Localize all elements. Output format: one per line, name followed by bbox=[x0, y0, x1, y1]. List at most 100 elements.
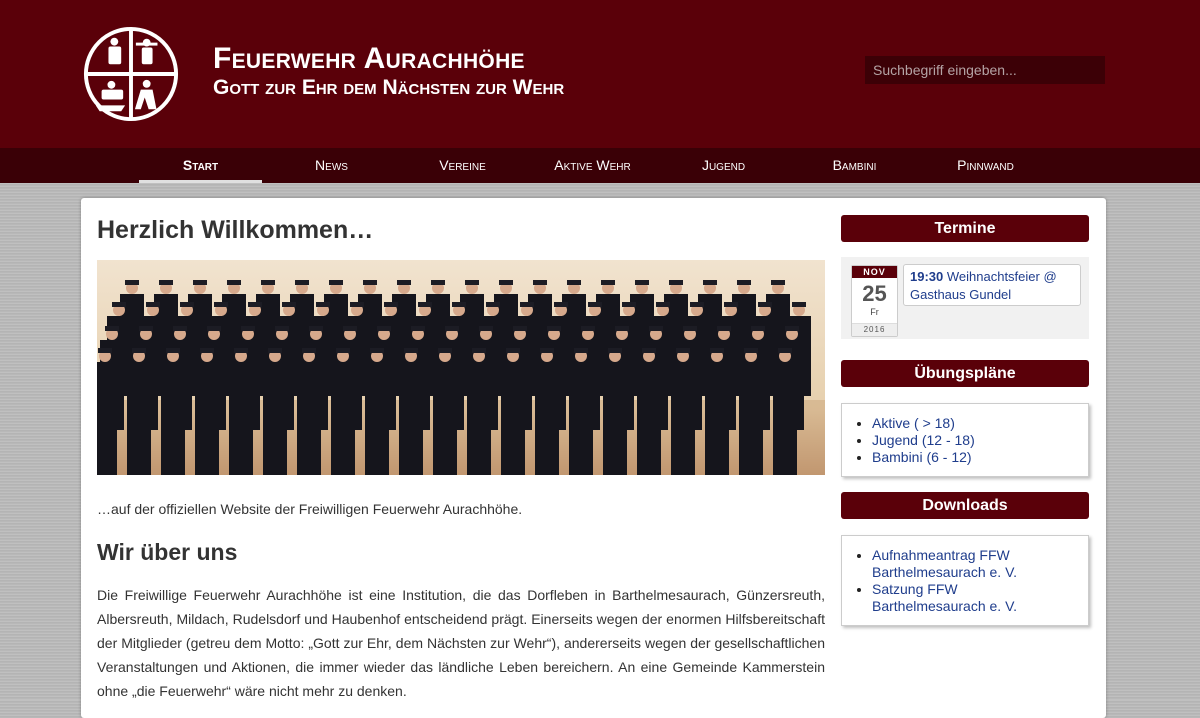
photo-cap bbox=[261, 280, 275, 285]
photo-cap bbox=[214, 302, 228, 307]
photo-figure bbox=[739, 362, 763, 475]
termine-heading: Termine bbox=[841, 215, 1089, 242]
photo-cap bbox=[309, 326, 323, 331]
uebungsplaene-widget: Aktive ( > 18) Jugend (12 - 18) Bambini … bbox=[841, 403, 1089, 477]
photo-cap bbox=[445, 326, 459, 331]
photo-cap bbox=[744, 348, 758, 353]
photo-cap bbox=[166, 348, 180, 353]
photo-cap bbox=[649, 326, 663, 331]
photo-cap bbox=[370, 348, 384, 353]
photo-cap bbox=[207, 326, 221, 331]
photo-cap bbox=[227, 280, 241, 285]
photo-cap bbox=[336, 348, 350, 353]
search-input[interactable] bbox=[865, 56, 1105, 84]
main-navigation: Start News Vereine Aktive Wehr Jugend Ba… bbox=[0, 148, 1200, 183]
photo-cap bbox=[567, 280, 581, 285]
nav-item-start[interactable]: Start bbox=[139, 148, 262, 183]
photo-cap bbox=[363, 280, 377, 285]
photo-cap bbox=[193, 280, 207, 285]
about-text: Die Freiwillige Feuerwehr Aurachhöhe ist… bbox=[97, 587, 825, 699]
photo-figure bbox=[365, 362, 389, 475]
photo-cap bbox=[350, 302, 364, 307]
site-title[interactable]: Feuerwehr Aurachhöhe bbox=[213, 42, 525, 76]
photo-cap bbox=[418, 302, 432, 307]
termine-widget: NOV 25 Fr 2016 19:30 Weihnachtsfeier @ G… bbox=[841, 257, 1089, 339]
photo-cap bbox=[431, 280, 445, 285]
download-link[interactable]: Satzung FFW Barthelmesaurach e. V. bbox=[872, 581, 1074, 615]
nav-item-vereine[interactable]: Vereine bbox=[401, 148, 524, 183]
event-year: 2016 bbox=[852, 323, 897, 336]
photo-cap bbox=[241, 326, 255, 331]
photo-figure bbox=[229, 362, 253, 475]
photo-cap bbox=[588, 302, 602, 307]
event-weekday: Fr bbox=[870, 307, 879, 317]
page-title: Herzlich Willkommen… bbox=[97, 216, 374, 244]
photo-cap bbox=[465, 280, 479, 285]
photo-cap bbox=[574, 348, 588, 353]
photo-cap bbox=[397, 280, 411, 285]
nav-item-news[interactable]: News bbox=[270, 148, 393, 183]
nav-item-bambini[interactable]: Bambini bbox=[793, 148, 916, 183]
photo-figure bbox=[399, 362, 423, 475]
photo-cap bbox=[758, 302, 772, 307]
photo-cap bbox=[200, 348, 214, 353]
event-date: NOV 25 Fr 2016 bbox=[851, 265, 898, 337]
photo-cap bbox=[180, 302, 194, 307]
photo-figure bbox=[297, 362, 321, 475]
photo-cap bbox=[710, 348, 724, 353]
photo-cap bbox=[792, 302, 806, 307]
photo-cap bbox=[295, 280, 309, 285]
nav-item-pinnwand[interactable]: Pinnwand bbox=[924, 148, 1047, 183]
photo-cap bbox=[329, 280, 343, 285]
photo-cap bbox=[112, 302, 126, 307]
nav-item-aktive-wehr[interactable]: Aktive Wehr bbox=[531, 148, 654, 183]
uebungsplan-link[interactable]: Jugend (12 - 18) bbox=[872, 432, 1088, 449]
photo-cap bbox=[635, 280, 649, 285]
photo-figure bbox=[773, 362, 797, 475]
photo-cap bbox=[384, 302, 398, 307]
fire-brigade-logo[interactable] bbox=[82, 25, 180, 123]
photo-figure bbox=[569, 362, 593, 475]
site-subtitle: Gott zur Ehr dem Nächsten zur Wehr bbox=[213, 76, 565, 99]
photo-cap bbox=[452, 302, 466, 307]
photo-cap bbox=[268, 348, 282, 353]
photo-cap bbox=[778, 348, 792, 353]
photo-cap bbox=[717, 326, 731, 331]
uebungsplan-link[interactable]: Bambini (6 - 12) bbox=[872, 449, 1088, 466]
photo-cap bbox=[302, 348, 316, 353]
intro-text: …auf der offiziellen Website der Freiwil… bbox=[97, 501, 523, 517]
photo-figure bbox=[195, 362, 219, 475]
photo-cap bbox=[146, 302, 160, 307]
photo-figure bbox=[501, 362, 525, 475]
photo-cap bbox=[343, 326, 357, 331]
photo-cap bbox=[248, 302, 262, 307]
photo-figure bbox=[467, 362, 491, 475]
photo-cap bbox=[724, 302, 738, 307]
event-entry[interactable]: 19:30 Weihnachtsfeier @ Gasthaus Gundel bbox=[903, 264, 1081, 306]
uebungsplan-link[interactable]: Aktive ( > 18) bbox=[872, 415, 1088, 432]
nav-item-jugend[interactable]: Jugend bbox=[662, 148, 785, 183]
photo-cap bbox=[581, 326, 595, 331]
photo-figure bbox=[97, 362, 117, 475]
photo-cap bbox=[642, 348, 656, 353]
photo-cap bbox=[554, 302, 568, 307]
photo-figure bbox=[671, 362, 695, 475]
photo-cap bbox=[404, 348, 418, 353]
photo-cap bbox=[615, 326, 629, 331]
event-month: NOV bbox=[852, 266, 897, 278]
photo-cap bbox=[98, 348, 112, 353]
photo-cap bbox=[506, 348, 520, 353]
photo-cap bbox=[690, 302, 704, 307]
download-link[interactable]: Aufnahmeantrag FFW Barthelmesaurach e. V… bbox=[872, 547, 1074, 581]
photo-cap bbox=[173, 326, 187, 331]
photo-cap bbox=[547, 326, 561, 331]
event-time: 19:30 bbox=[910, 269, 944, 284]
photo-cap bbox=[703, 280, 717, 285]
photo-cap bbox=[159, 280, 173, 285]
photo-cap bbox=[622, 302, 636, 307]
photo-cap bbox=[737, 280, 751, 285]
photo-cap bbox=[785, 326, 799, 331]
photo-cap bbox=[486, 302, 500, 307]
photo-cap bbox=[125, 280, 139, 285]
photo-figure bbox=[331, 362, 355, 475]
